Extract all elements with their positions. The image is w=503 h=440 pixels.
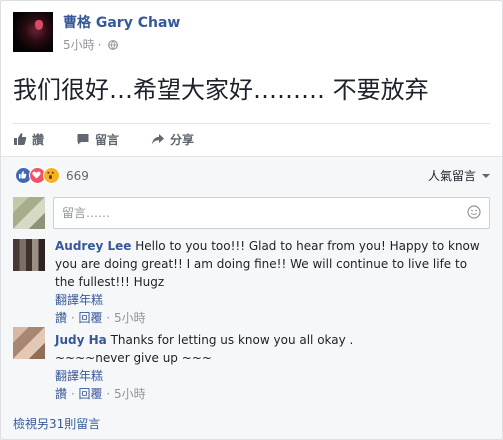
meta-separator: · <box>106 311 111 325</box>
post-message: 我们很好…希望大家好……… 不要放弃 <box>13 76 429 104</box>
meta-separator: · <box>70 311 75 325</box>
meta-separator: · <box>106 387 111 401</box>
like-label: 讚 <box>32 132 45 147</box>
comment-input-placeholder: 留言…… <box>62 206 111 220</box>
comment-item: Judy Ha Thanks for letting us know you a… <box>55 331 482 403</box>
share-button[interactable]: 分享 <box>151 131 194 148</box>
post-meta: 5小時 · <box>63 36 119 53</box>
translate-link[interactable]: 翻譯年糕 <box>55 367 482 385</box>
share-label: 分享 <box>170 132 195 147</box>
globe-icon[interactable] <box>108 39 119 50</box>
like-button[interactable]: 讚 <box>13 131 44 148</box>
comment-like-link[interactable]: 讚 <box>55 311 67 325</box>
comment-item: Audrey Lee Hello to you too!!! Glad to h… <box>55 237 482 327</box>
meta-separator: · <box>97 37 102 52</box>
meta-separator: · <box>70 387 75 401</box>
comment-sort-dropdown[interactable]: 人氣留言 <box>428 167 490 184</box>
emoji-icon[interactable] <box>467 205 481 219</box>
author-avatar[interactable] <box>13 12 53 52</box>
post-timestamp[interactable]: 5小時 <box>63 36 95 53</box>
comment-button[interactable]: 留言 <box>76 131 119 148</box>
commenter-avatar[interactable] <box>13 327 45 359</box>
commenter-name[interactable]: Judy Ha <box>55 333 107 347</box>
translate-link[interactable]: 翻譯年糕 <box>55 291 482 309</box>
post-actions-bar: 讚 留言 分享 <box>13 125 490 153</box>
comment-meta: 讚 · 回覆 · 5小時 <box>55 385 482 403</box>
comment-timestamp[interactable]: 5小時 <box>114 387 146 401</box>
reaction-count[interactable]: 669 <box>66 169 89 183</box>
post-author-name[interactable]: 曹格 Gary Chaw <box>63 12 180 32</box>
comment-text-line2: ~~~~never give up ~~~ <box>55 351 212 365</box>
reactions-summary[interactable]: 669 <box>15 167 89 184</box>
thumbs-up-icon <box>14 133 27 145</box>
comment-input[interactable]: 留言…… <box>53 197 490 229</box>
sort-label: 人氣留言 <box>427 169 476 183</box>
post-card: 曹格 Gary Chaw 5小時 · 我们很好…希望大家好……… 不要放弃 讚 … <box>0 0 503 440</box>
actions-divider <box>13 123 490 124</box>
caret-down-icon <box>482 173 490 178</box>
comment-label: 留言 <box>95 132 120 147</box>
view-more-comments-link[interactable]: 檢視另31則留言 <box>13 415 100 432</box>
share-icon <box>152 134 165 145</box>
comment-meta: 讚 · 回覆 · 5小時 <box>55 309 482 327</box>
wow-reaction-icon <box>43 167 60 184</box>
comment-reply-link[interactable]: 回覆 <box>79 387 103 401</box>
comment-reply-link[interactable]: 回覆 <box>79 311 103 325</box>
commenter-avatar[interactable] <box>13 239 45 271</box>
comments-section: 669 人氣留言 留言…… Audrey Lee Hello to you to… <box>1 156 502 439</box>
comment-icon <box>77 134 89 145</box>
comment-like-link[interactable]: 讚 <box>55 387 67 401</box>
current-user-avatar <box>13 197 45 229</box>
comment-timestamp[interactable]: 5小時 <box>114 311 146 325</box>
commenter-name[interactable]: Audrey Lee <box>55 239 131 253</box>
comment-text: Thanks for letting us know you all okay … <box>110 333 354 347</box>
